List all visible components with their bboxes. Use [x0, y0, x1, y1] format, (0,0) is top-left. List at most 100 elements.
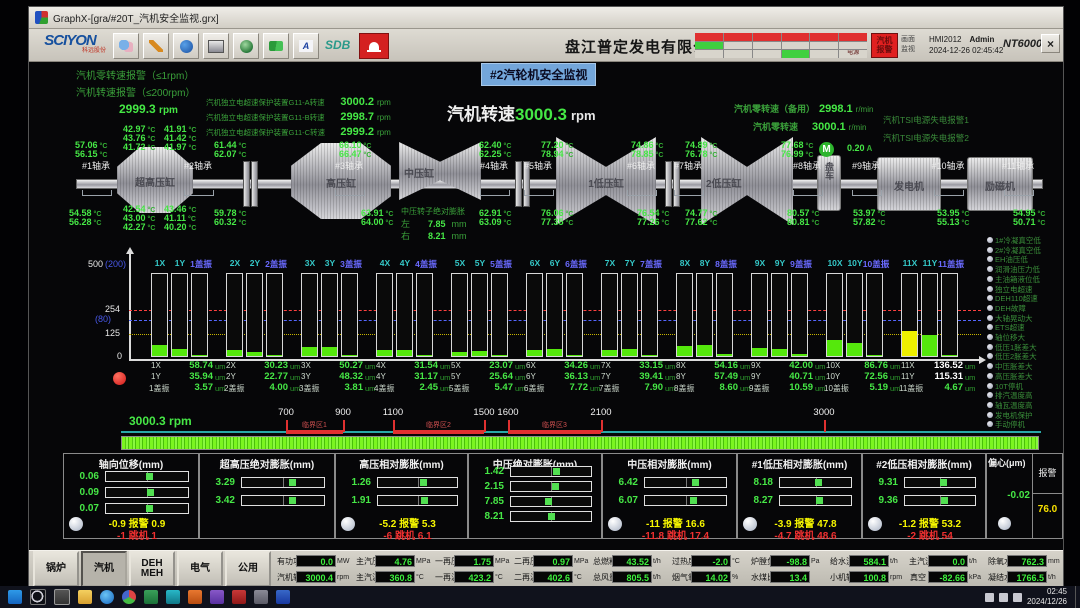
alarm-matrix-cell[interactable] — [810, 42, 838, 50]
alarm-lamp-item[interactable]: 低压2胀差大 — [987, 351, 1063, 360]
bearing-temp-value: 57.82°C — [853, 217, 885, 227]
alarm-group-matrix[interactable]: 电源 — [695, 33, 867, 58]
alarm-bell-button[interactable] — [359, 33, 389, 59]
title-bar[interactable]: GraphX-[gra/#20T_汽机安全监视.grx] — [29, 7, 1063, 29]
app-icon-1[interactable] — [144, 590, 158, 604]
alarm-lamp-item[interactable]: 低压1胀差大 — [987, 342, 1063, 351]
browser-icon[interactable] — [122, 590, 136, 604]
alarm-matrix-cell[interactable] — [782, 33, 810, 41]
nav-button-DEH-MEH[interactable]: DEH MEH — [129, 551, 175, 587]
alarm-lamp-item[interactable]: 润滑油压力低 — [987, 264, 1063, 273]
vib-bar-label: 6X — [524, 258, 546, 268]
nav-button-公用[interactable]: 公用 — [225, 551, 271, 587]
alarm-lamp-item[interactable]: 轴位移大 — [987, 332, 1063, 341]
close-button[interactable]: × — [1041, 34, 1060, 53]
alarm-lamp-item[interactable]: ETS超速 — [987, 322, 1063, 331]
panel-status-lamp — [608, 517, 622, 531]
system-tray[interactable]: 02:45 2024/12/26 — [985, 586, 1080, 608]
alarm-lamp-item[interactable]: 1#冷凝真空低 — [987, 235, 1063, 244]
app-icon-5[interactable] — [232, 590, 246, 604]
nav-button-锅炉[interactable]: 锅炉 — [33, 551, 79, 587]
alarm-matrix-cell[interactable] — [753, 42, 781, 50]
alarm-matrix-cell[interactable] — [724, 33, 752, 41]
cylinder-label: 高压缸 — [291, 175, 391, 190]
alarm-lamp-item[interactable]: 主油箱液位低 — [987, 274, 1063, 283]
alarm-matrix-cell[interactable]: 电源 — [839, 50, 867, 58]
process-value-readout: 360.8 — [375, 571, 415, 583]
edge-icon[interactable] — [100, 590, 114, 604]
show-desktop-strip[interactable] — [1075, 586, 1080, 608]
alarm-matrix-cell[interactable] — [695, 50, 723, 58]
alarm-lamp-item[interactable]: EH油压低 — [987, 254, 1063, 263]
nav-button-汽机[interactable]: 汽机 — [81, 551, 127, 587]
tray-up-arrow-icon[interactable] — [985, 593, 994, 602]
alarm-lamp-item[interactable]: 2#冷凝真空低 — [987, 245, 1063, 254]
vib-bar-4X — [376, 273, 393, 357]
printer-icon[interactable] — [203, 33, 229, 59]
expansion-panel-title: 高压相对膨胀(mm) — [335, 456, 468, 471]
vib-table-label: 2Y — [226, 372, 236, 381]
alarm-lamp-item[interactable]: 排汽温度高 — [987, 390, 1063, 399]
vib-table-unit: um — [515, 373, 525, 382]
nav-button-电气[interactable]: 电气 — [177, 551, 223, 587]
alarm-lamp-item[interactable]: 高压胀差大 — [987, 371, 1063, 380]
vib-bar-fill — [717, 354, 732, 356]
start-icon[interactable] — [8, 590, 22, 604]
alarm-lamp-item[interactable]: 独立电超速 — [987, 284, 1063, 293]
sdb-button[interactable]: SDB — [325, 38, 350, 52]
vib-bar-fill — [227, 350, 242, 356]
vib-bar-fill — [417, 355, 432, 356]
alarm-matrix-cell[interactable] — [724, 42, 752, 50]
monitor-icon[interactable] — [173, 33, 199, 59]
vib-bar-label: 9盖振 — [785, 258, 817, 270]
vib-table-label: 6Y — [526, 372, 536, 381]
view-mode-labels[interactable]: 画面监视 — [901, 35, 915, 55]
app-icon-2[interactable] — [166, 590, 180, 604]
desktop: GraphX-[gra/#20T_汽机安全监视.grx] SCIYON 科远股份… — [0, 0, 1080, 608]
alarm-matrix-cell[interactable] — [753, 50, 781, 58]
vib-bar-fill — [697, 345, 712, 356]
alarm-matrix-cell[interactable] — [782, 50, 810, 58]
alarm-lamp-item[interactable]: 发电机保护 — [987, 410, 1063, 419]
alarm-matrix-cell[interactable] — [724, 50, 752, 58]
alarm-matrix-cell[interactable] — [695, 33, 723, 41]
bearing-bracket — [480, 190, 510, 196]
alarm-lamp-item[interactable]: DEH故障 — [987, 303, 1063, 312]
taskbar-clock[interactable]: 02:45 2024/12/26 — [1027, 587, 1067, 606]
taskview-icon[interactable] — [54, 589, 70, 605]
alarm-matrix-cell[interactable] — [782, 42, 810, 50]
alarm-lamp-item[interactable]: 中压胀差大 — [987, 361, 1063, 370]
tray-volume-icon[interactable] — [1013, 593, 1022, 602]
alarm-matrix-cell[interactable] — [810, 50, 838, 58]
alarm-matrix-cell[interactable] — [753, 33, 781, 41]
alarm-lamp-item[interactable]: 手动停机 — [987, 419, 1063, 428]
ja-logo-icon[interactable]: A — [293, 33, 319, 59]
app-icon-3[interactable] — [188, 590, 202, 604]
speed-bar-value: 3000.3 rpm — [129, 414, 192, 428]
alarm-matrix-cell[interactable] — [839, 42, 867, 50]
turbine-alarm-button[interactable]: 汽机报警 — [871, 33, 898, 58]
bearing-label: #2轴承 — [176, 159, 220, 172]
search-icon[interactable] — [30, 589, 46, 605]
vib-table-label: 2X — [226, 361, 236, 370]
vib-table-label: 10X — [826, 361, 840, 370]
users-icon[interactable] — [113, 33, 139, 59]
app-icon-4[interactable] — [210, 590, 224, 604]
folder-icon[interactable] — [78, 590, 92, 604]
alarm-matrix-cell[interactable] — [810, 33, 838, 41]
app-icon-7[interactable] — [276, 590, 290, 604]
alarm-lamp-item[interactable]: 轴瓦温度高 — [987, 400, 1063, 409]
globe-icon[interactable] — [233, 33, 259, 59]
alarm-lamp-item[interactable]: 大轴晃动大 — [987, 313, 1063, 322]
alarm-matrix-cell[interactable] — [695, 42, 723, 50]
tools-icon[interactable] — [143, 33, 169, 59]
alarm-lamp-item[interactable]: DEH110超速 — [987, 293, 1063, 302]
app-icon-6[interactable] — [254, 590, 268, 604]
process-value-cell: 给水流量584.1t/h — [830, 555, 909, 567]
book-icon[interactable] — [263, 33, 289, 59]
tray-network-icon[interactable] — [999, 593, 1008, 602]
alarm-matrix-cell[interactable] — [839, 33, 867, 41]
alarm-lamp-item[interactable]: 10T停机 — [987, 381, 1063, 390]
bearing-label: #9轴承 — [844, 159, 888, 172]
panel-value: 1.42 — [472, 466, 504, 477]
